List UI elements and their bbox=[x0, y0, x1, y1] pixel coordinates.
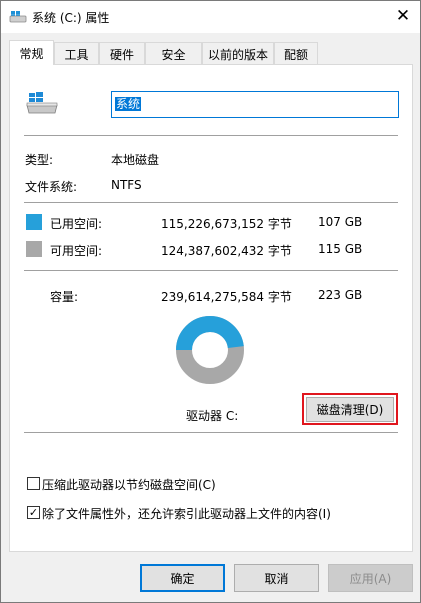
free-space-label: 可用空间: bbox=[50, 244, 103, 258]
usage-donut-chart bbox=[176, 316, 244, 384]
filesystem-value: NTFS bbox=[111, 178, 142, 192]
divider bbox=[24, 202, 398, 203]
used-space-label: 已用空间: bbox=[50, 217, 103, 231]
tab-hardware[interactable]: 硬件 bbox=[99, 42, 145, 65]
compress-label[interactable]: 压缩此驱动器以节约磁盘空间(C) bbox=[42, 476, 216, 493]
type-value: 本地磁盘 bbox=[111, 153, 160, 167]
divider bbox=[24, 270, 398, 271]
divider bbox=[24, 432, 398, 433]
close-icon: ✕ bbox=[395, 6, 411, 26]
free-space-bytes: 124,387,602,432 字节 bbox=[161, 244, 292, 258]
index-label[interactable]: 除了文件属性外，还允许索引此驱动器上文件的内容(I) bbox=[42, 505, 331, 522]
close-button[interactable]: ✕ bbox=[386, 1, 420, 31]
free-space-size: 115 GB bbox=[318, 242, 363, 256]
capacity-bytes: 239,614,275,584 字节 bbox=[161, 290, 292, 304]
index-checkbox[interactable]: ✓ bbox=[27, 506, 40, 519]
capacity-label: 容量: bbox=[50, 290, 79, 304]
capacity-size: 223 GB bbox=[318, 288, 363, 302]
tab-quota[interactable]: 配额 bbox=[274, 42, 318, 65]
apply-button: 应用(A) bbox=[328, 564, 413, 592]
drive-letter-label: 驱动器 C: bbox=[186, 409, 239, 423]
tab-security[interactable]: 安全 bbox=[145, 42, 202, 65]
check-icon: ✓ bbox=[28, 506, 39, 519]
general-panel: 系统 类型: 本地磁盘 文件系统: NTFS 已用空间: 115,226,673… bbox=[9, 64, 413, 552]
tab-general[interactable]: 常规 bbox=[9, 40, 54, 65]
divider bbox=[24, 135, 398, 136]
tab-previous-versions[interactable]: 以前的版本 bbox=[202, 42, 274, 65]
used-space-size: 107 GB bbox=[318, 215, 363, 229]
tab-tools[interactable]: 工具 bbox=[54, 42, 99, 65]
used-space-bytes: 115,226,673,152 字节 bbox=[161, 217, 292, 231]
volume-name-value: 系统 bbox=[115, 97, 142, 111]
drive-icon bbox=[9, 11, 27, 23]
compress-checkbox[interactable] bbox=[27, 477, 40, 490]
properties-dialog: 系统 (C:) 属性 ✕ 常规 工具 硬件 安全 以前的版本 配额 系统 类型:… bbox=[0, 0, 421, 603]
title-bar: 系统 (C:) 属性 ✕ bbox=[1, 1, 420, 33]
drive-icon bbox=[26, 92, 58, 114]
ok-button[interactable]: 确定 bbox=[140, 564, 225, 592]
used-space-swatch bbox=[26, 214, 42, 230]
free-space-swatch bbox=[26, 241, 42, 257]
cancel-button[interactable]: 取消 bbox=[234, 564, 319, 592]
volume-name-input[interactable]: 系统 bbox=[111, 91, 399, 118]
window-title: 系统 (C:) 属性 bbox=[32, 11, 110, 25]
filesystem-label: 文件系统: bbox=[25, 180, 78, 194]
disk-cleanup-button[interactable]: 磁盘清理(D) bbox=[306, 397, 394, 422]
type-label: 类型: bbox=[25, 153, 54, 167]
